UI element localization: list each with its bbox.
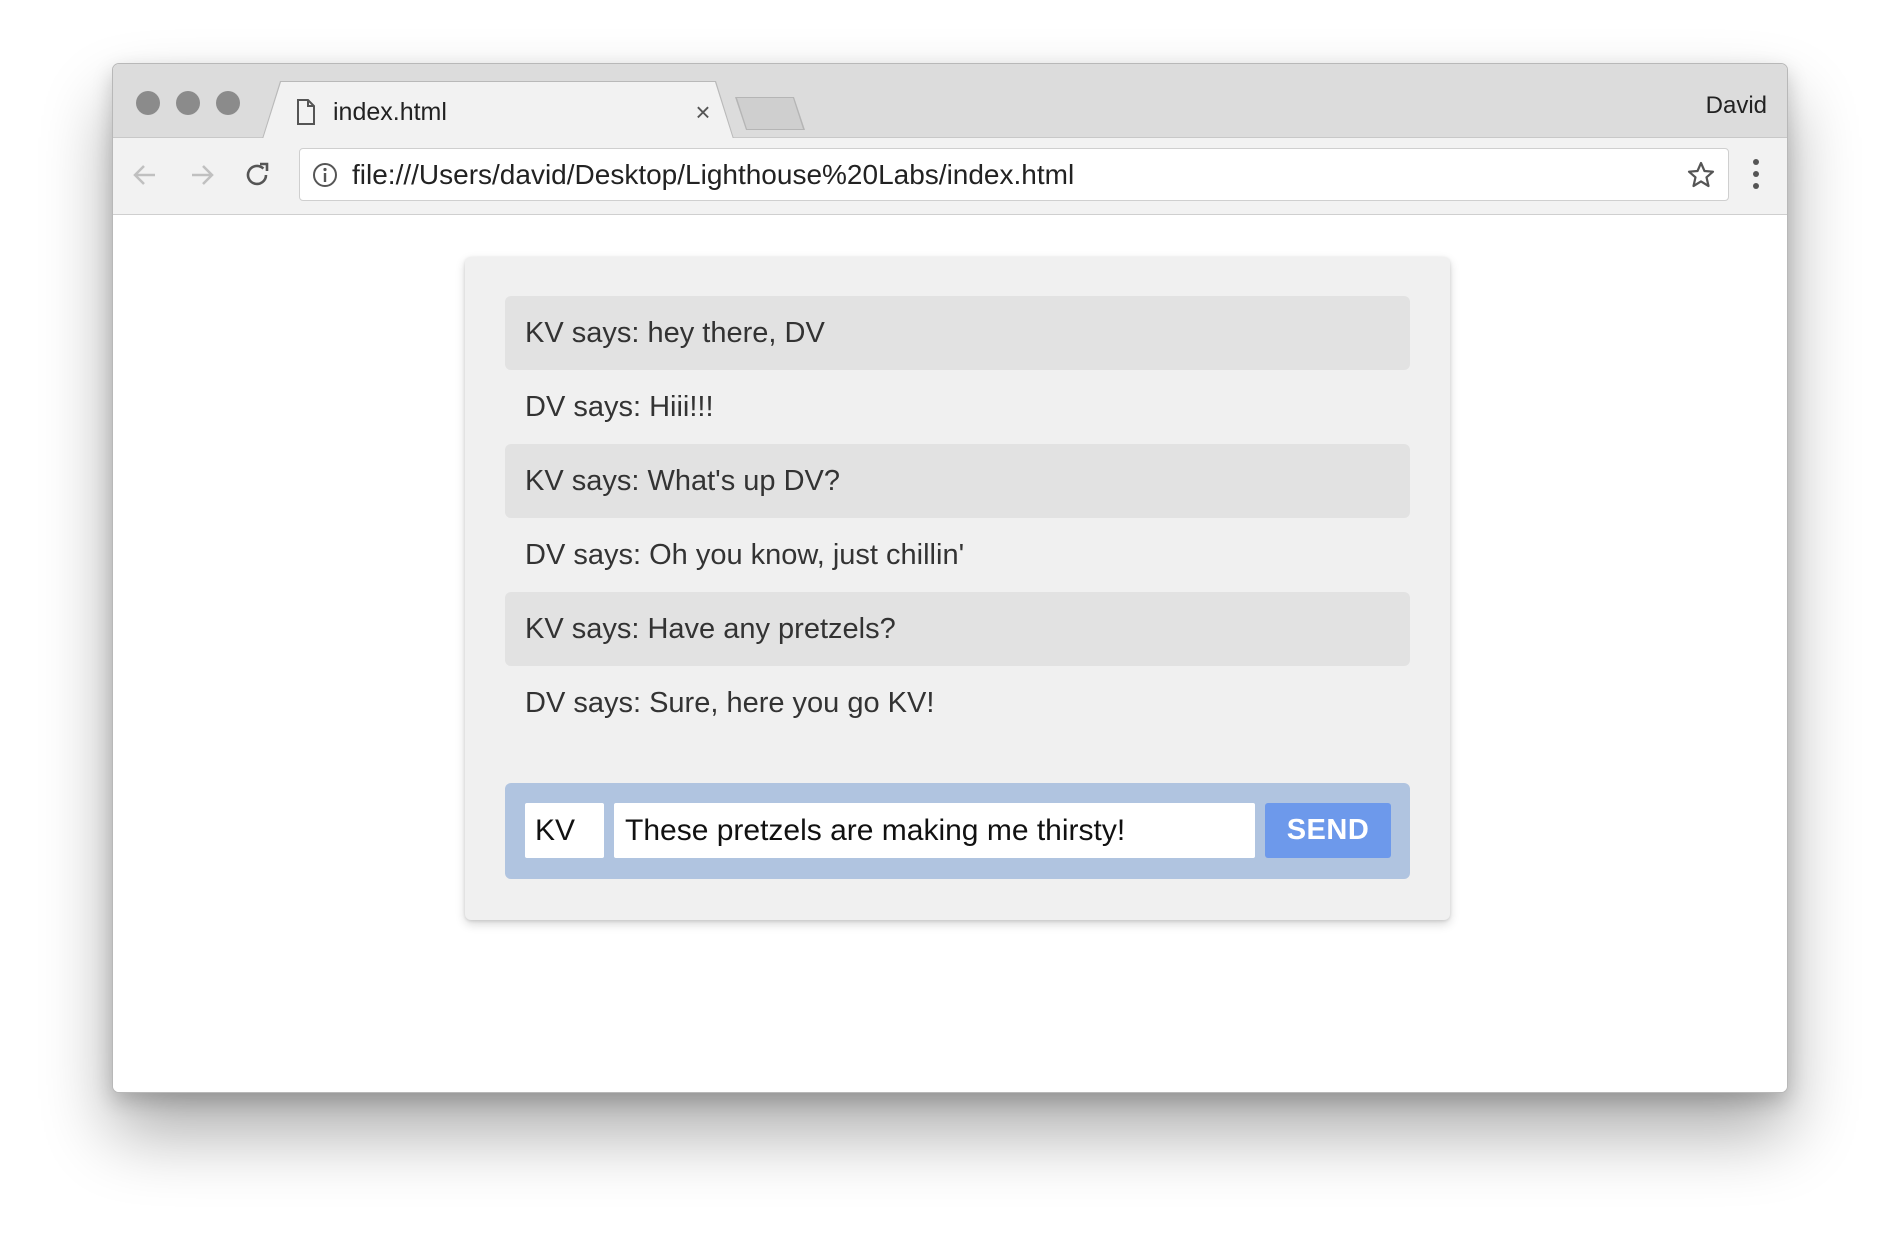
reload-icon bbox=[246, 162, 269, 186]
message-list: KV says: hey there, DV DV says: Hiii!!! … bbox=[505, 296, 1410, 740]
page-content: KV says: hey there, DV DV says: Hiii!!! … bbox=[113, 215, 1787, 1092]
message-item: DV says: Oh you know, just chillin' bbox=[525, 538, 965, 571]
browser-window: index.html × David file:///Users/david/D… bbox=[112, 63, 1788, 1093]
message-item: DV says: Hiii!!! bbox=[525, 390, 714, 423]
kebab-menu-icon[interactable] bbox=[1751, 158, 1761, 190]
message-item: KV says: What's up DV? bbox=[505, 444, 1410, 518]
file-icon bbox=[297, 99, 315, 125]
message-item: KV says: Have any pretzels? bbox=[505, 592, 1410, 666]
screenshot-stage: index.html × David file:///Users/david/D… bbox=[0, 0, 1900, 1252]
address-bar[interactable]: file:///Users/david/Desktop/Lighthouse%2… bbox=[299, 148, 1729, 201]
chat-panel: KV says: hey there, DV DV says: Hiii!!! … bbox=[465, 257, 1450, 920]
message-composer: SEND bbox=[505, 783, 1410, 879]
back-button[interactable] bbox=[127, 157, 163, 193]
maximize-window-button[interactable] bbox=[216, 91, 240, 115]
message-input[interactable] bbox=[614, 803, 1255, 858]
minimize-window-button[interactable] bbox=[176, 91, 200, 115]
message-item: DV says: Sure, here you go KV! bbox=[525, 686, 935, 719]
url-text[interactable]: file:///Users/david/Desktop/Lighthouse%2… bbox=[352, 159, 1074, 191]
forward-arrow-icon bbox=[192, 165, 214, 185]
browser-toolbar: file:///Users/david/Desktop/Lighthouse%2… bbox=[113, 138, 1787, 215]
message-item: KV says: hey there, DV bbox=[505, 296, 1410, 370]
new-tab-button[interactable] bbox=[737, 98, 803, 129]
back-arrow-icon bbox=[133, 165, 155, 185]
reload-button[interactable] bbox=[239, 157, 275, 193]
browser-titlebar: index.html × David bbox=[113, 64, 1787, 139]
profile-name[interactable]: David bbox=[1706, 91, 1767, 121]
close-window-button[interactable] bbox=[136, 91, 160, 115]
tab-title: index.html bbox=[333, 98, 447, 126]
bookmark-star-icon[interactable] bbox=[1686, 160, 1716, 190]
tab-close-icon[interactable]: × bbox=[691, 97, 715, 127]
name-input[interactable] bbox=[525, 803, 604, 858]
info-icon[interactable] bbox=[312, 162, 338, 188]
forward-button[interactable] bbox=[184, 157, 220, 193]
send-button[interactable]: SEND bbox=[1265, 803, 1391, 858]
